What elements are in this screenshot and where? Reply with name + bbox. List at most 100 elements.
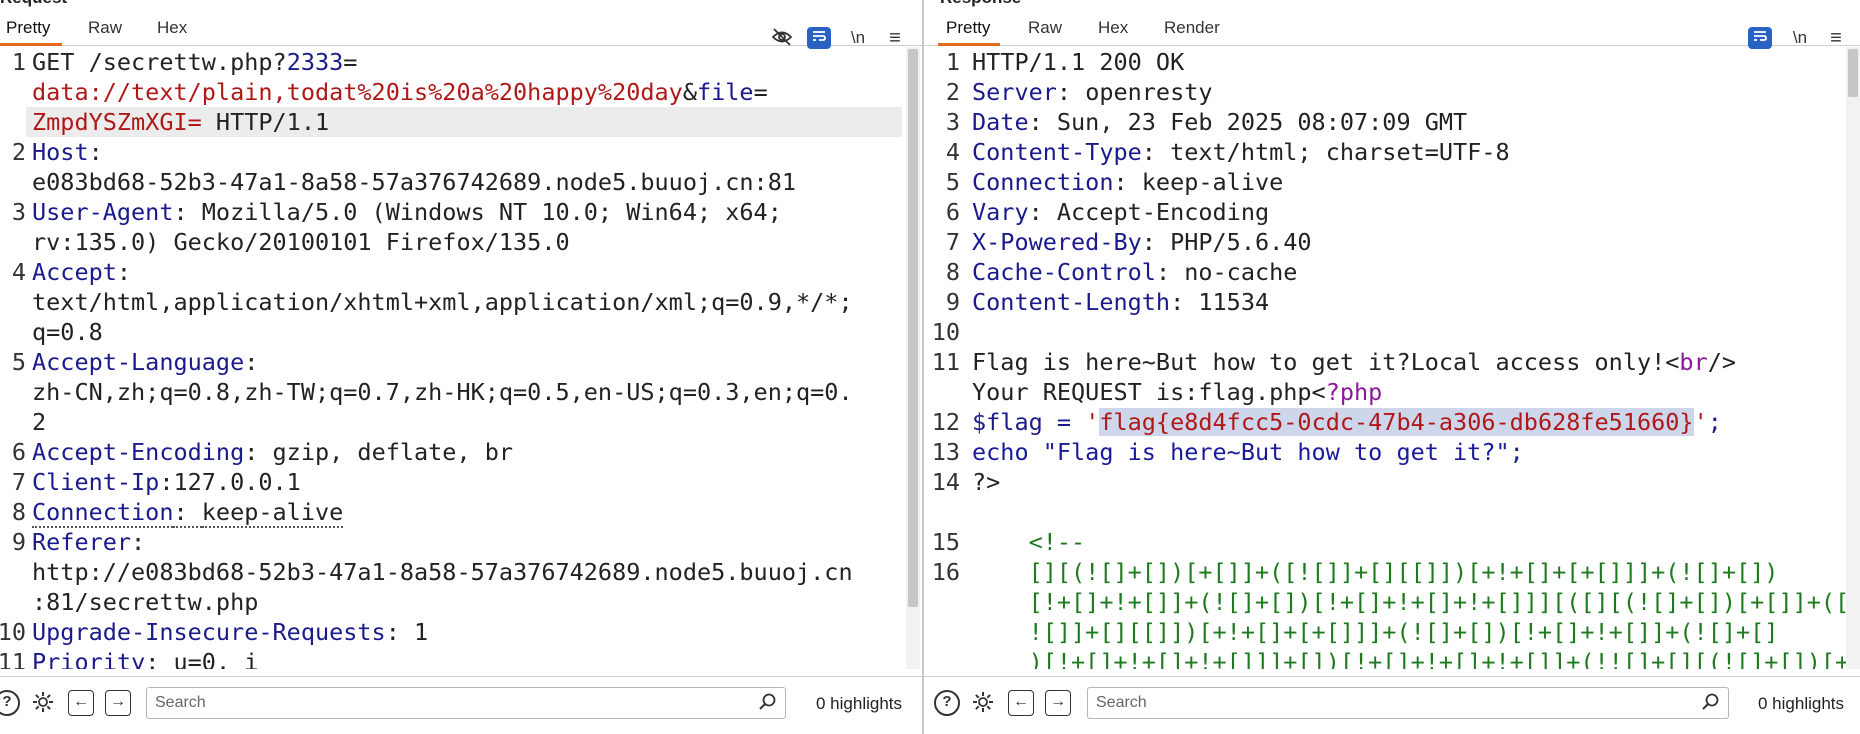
comment-line: )[!+[]+!+[]+!+[]]]+[])[!+[]+!+[]+!+[]]+(…: [972, 648, 1850, 669]
request-scrollbar[interactable]: [906, 47, 920, 669]
param-name: 2333: [286, 48, 344, 76]
header-value: Sun, 23 Feb 2025 08:07:09 GMT: [1056, 108, 1468, 136]
tab-hex[interactable]: Hex: [1098, 18, 1128, 38]
html-tag: br: [1679, 348, 1708, 376]
response-scrollbar[interactable]: [1846, 47, 1860, 669]
request-tabs: Pretty Raw Hex \n ≡: [0, 12, 922, 49]
tab-raw[interactable]: Raw: [88, 18, 122, 38]
header-key: Vary: [972, 198, 1029, 226]
line-number: 12: [931, 408, 960, 436]
highlights-count: 0 highlights: [816, 694, 903, 713]
response-tabs: Pretty Raw Hex Render \n ≡: [924, 12, 1860, 49]
header-value: text/html,application/xhtml+xml,applicat…: [32, 288, 853, 316]
flag-value[interactable]: flag{e8d4fcc5-0cdc-47b4-a306-db628fe5166…: [1099, 408, 1694, 436]
request-editor[interactable]: 1 GET /secrettw.php?2333= data://text/pl…: [0, 47, 922, 669]
header-key: Cache-Control: [972, 258, 1156, 286]
tab-render[interactable]: Render: [1164, 18, 1220, 38]
scrollbar-thumb[interactable]: [1848, 49, 1858, 97]
search-icon: [1702, 693, 1720, 716]
header-sep: :: [159, 468, 174, 496]
header-sep: :: [131, 528, 146, 556]
body-text: Your REQUEST is:flag.php<: [972, 378, 1326, 406]
body-line: echo "Flag is here~But how to get it?";: [972, 438, 1524, 466]
header-value: keep-alive: [1141, 168, 1284, 196]
tab-pretty[interactable]: Pretty: [946, 18, 990, 38]
header-key: Accept-Language: [32, 348, 245, 376]
newline-toggle-icon[interactable]: \n: [846, 27, 870, 49]
previous-arrow-icon[interactable]: ←: [1008, 690, 1034, 716]
tab-hex[interactable]: Hex: [157, 18, 187, 38]
header-line: Cache-Control: no-cache: [972, 258, 1298, 286]
body-text: Flag is here~But how to get it?Local acc…: [972, 348, 1680, 376]
header-value: 127.0.0.1: [173, 468, 301, 496]
header-line: Connection: keep-alive: [972, 168, 1284, 196]
help-icon[interactable]: ?: [0, 690, 20, 716]
header-key: Upgrade-Insecure-Requests: [32, 618, 386, 646]
tab-pretty[interactable]: Pretty: [6, 18, 50, 38]
request-title: Request: [0, 0, 67, 8]
response-title: Response: [940, 0, 1021, 8]
header-line: Accept-Encoding: gzip, deflate, br: [32, 437, 513, 467]
line-number: 15: [931, 528, 960, 556]
line-number: 11: [931, 348, 960, 376]
header-key: Host: [32, 138, 89, 166]
line-number: 4: [11, 258, 26, 286]
next-arrow-icon[interactable]: →: [1045, 690, 1071, 716]
scrollbar-thumb[interactable]: [908, 49, 918, 607]
line-number: 9: [945, 288, 960, 316]
header-value: 1: [414, 618, 429, 646]
next-arrow-icon[interactable]: →: [105, 690, 131, 716]
header-line: X-Powered-By: PHP/5.6.40: [972, 228, 1312, 256]
param-value: data://text/plain,todat%20is%20a%20happy…: [32, 78, 683, 106]
line-number: 7: [945, 228, 960, 256]
gear-icon[interactable]: [30, 690, 56, 716]
header-value: :81/secrettw.php: [32, 588, 259, 616]
header-key: Content-Type: [972, 138, 1142, 166]
line-number: 16: [931, 558, 960, 586]
search-field[interactable]: [1096, 694, 1658, 712]
search-input[interactable]: [146, 687, 786, 719]
active-tab-indicator: [938, 43, 1000, 46]
equals-sign: =: [753, 78, 768, 106]
header-key: Date: [972, 108, 1029, 136]
gear-icon[interactable]: [970, 690, 996, 716]
header-line: Accept:: [32, 257, 131, 287]
body-line: $flag = 'flag{e8d4fcc5-0cdc-47b4-a306-db…: [972, 407, 1722, 437]
body-line: ?>: [972, 468, 1001, 496]
line-number: 11: [0, 648, 26, 669]
wrap-lines-icon[interactable]: [1748, 27, 1772, 49]
php-open-tag: ?php: [1325, 378, 1383, 406]
ampersand: &: [682, 78, 697, 106]
menu-icon[interactable]: ≡: [883, 27, 907, 49]
line-number: 2: [945, 78, 960, 106]
line-number: 1: [945, 48, 960, 76]
line-number: 5: [11, 348, 26, 376]
header-value: text/html; charset=UTF-8: [1170, 138, 1510, 166]
wrap-lines-icon[interactable]: [807, 27, 831, 49]
search-field[interactable]: [155, 694, 715, 712]
request-path: /secrettw.php?: [74, 48, 287, 76]
equals-sign: =: [343, 48, 358, 76]
param-name: file: [696, 78, 754, 106]
line-number: 7: [11, 468, 26, 496]
eye-slash-icon[interactable]: [770, 27, 794, 49]
request-line: GET /secrettw.php?2333=: [32, 47, 357, 77]
tab-raw[interactable]: Raw: [1028, 18, 1062, 38]
search-input[interactable]: [1087, 687, 1729, 719]
response-editor[interactable]: 1 HTTP/1.1 200 OK 2 Server: openresty 3 …: [924, 47, 1860, 669]
header-key: Server: [972, 78, 1057, 106]
header-line: Content-Type: text/html; charset=UTF-8: [972, 138, 1510, 166]
header-value: 11534: [1198, 288, 1270, 316]
request-line-cont: ZmpdYSZmXGI= HTTP/1.1: [32, 107, 329, 137]
header-key: X-Powered-By: [972, 228, 1142, 256]
previous-arrow-icon[interactable]: ←: [68, 690, 94, 716]
help-icon[interactable]: ?: [934, 690, 960, 716]
line-number: 4: [945, 138, 960, 166]
menu-icon[interactable]: ≡: [1824, 27, 1848, 49]
param-value: ZmpdYSZmXGI=: [32, 108, 202, 136]
header-line: Host:: [32, 137, 103, 167]
newline-toggle-icon[interactable]: \n: [1788, 27, 1812, 49]
line-number: 14: [931, 468, 960, 496]
header-line: Upgrade-Insecure-Requests: 1: [32, 617, 428, 647]
line-number: 9: [11, 528, 26, 556]
